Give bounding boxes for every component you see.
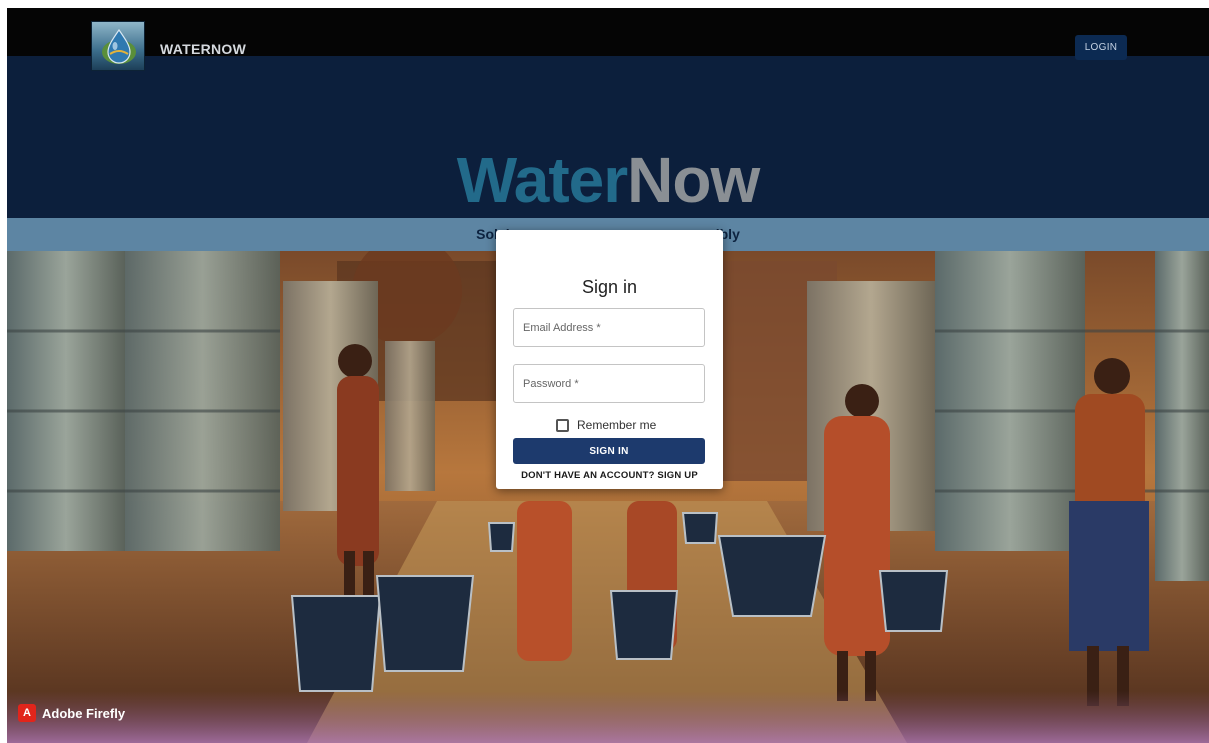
hero-title: WaterNow — [7, 144, 1209, 216]
signin-dialog: Sign in Remember me SIGN IN DON'T HAVE A… — [496, 230, 723, 489]
password-field[interactable] — [514, 365, 704, 402]
brand-name: WATERNOW — [160, 41, 247, 57]
top-navbar: WATERNOW LOGIN — [7, 8, 1209, 60]
adobe-firefly-badge: A Adobe Firefly — [18, 703, 125, 723]
hero-section: WaterNow — [7, 56, 1209, 218]
sign-up-link[interactable]: DON'T HAVE AN ACCOUNT? SIGN UP — [496, 470, 723, 481]
email-field-container — [513, 308, 705, 347]
adobe-icon: A — [18, 704, 36, 722]
password-field-container — [513, 364, 705, 403]
remember-me-checkbox[interactable] — [556, 418, 569, 432]
app-frame: WATERNOW LOGIN WaterNow Solvi sibly Sign… — [7, 8, 1209, 743]
adobe-firefly-text: Adobe Firefly — [42, 705, 126, 721]
remember-me-label: Remember me — [577, 418, 657, 432]
hero-title-water: Water — [456, 144, 628, 216]
sign-in-button[interactable]: SIGN IN — [513, 438, 705, 464]
login-button[interactable]: LOGIN — [1075, 35, 1127, 60]
signin-title: Sign in — [581, 277, 638, 297]
email-field[interactable] — [514, 309, 704, 346]
remember-me-row[interactable]: Remember me — [556, 417, 656, 433]
hero-title-now: Now — [627, 144, 760, 216]
water-drop-logo-icon[interactable] — [91, 21, 145, 71]
